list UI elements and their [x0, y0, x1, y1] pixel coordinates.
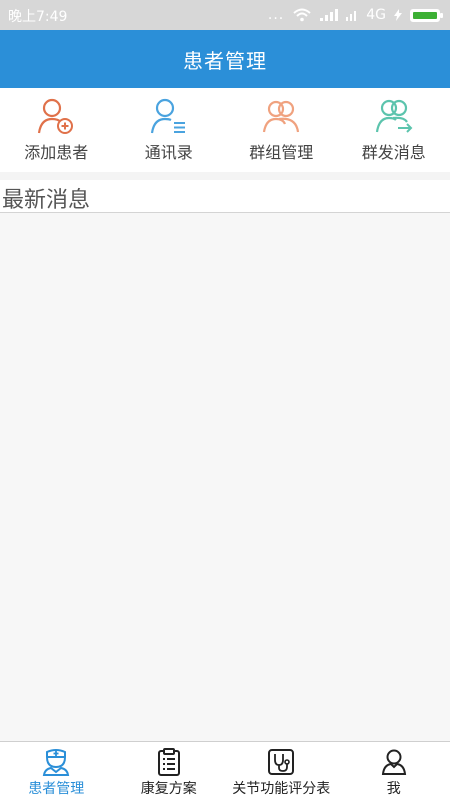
- status-indicators: ... 4G: [267, 4, 443, 26]
- tab-patient-management[interactable]: 患者管理: [0, 742, 113, 800]
- broadcast-icon: [375, 99, 413, 133]
- action-group-manage[interactable]: 群组管理: [225, 88, 338, 172]
- action-label: 群发消息: [361, 143, 426, 162]
- tab-me[interactable]: 我: [338, 742, 450, 800]
- tab-joint-score[interactable]: 关节功能评分表: [225, 742, 338, 800]
- message-list[interactable]: [0, 213, 450, 741]
- status-dots: ...: [267, 7, 285, 23]
- action-add-patient[interactable]: 添加患者: [0, 88, 113, 172]
- battery-icon: [410, 8, 443, 22]
- group-manage-icon: [263, 100, 300, 133]
- bottom-nav: 患者管理 康复方案 关节功能评分表 我: [0, 741, 450, 800]
- action-label: 通讯录: [144, 143, 193, 162]
- app-header: 患者管理: [0, 30, 450, 88]
- tab-rehab-plan[interactable]: 康复方案: [113, 742, 226, 800]
- status-bar: 晚上7:49 ... 4G: [0, 0, 450, 30]
- wifi-icon: [293, 8, 311, 22]
- signal-icon: [320, 9, 339, 21]
- tab-label: 康复方案: [140, 781, 197, 797]
- tab-label: 我: [386, 781, 401, 797]
- section-divider: [0, 172, 450, 180]
- network-type: 4G: [366, 7, 386, 23]
- action-broadcast[interactable]: 群发消息: [338, 88, 450, 172]
- action-contacts[interactable]: 通讯录: [113, 88, 226, 172]
- action-label: 群组管理: [249, 143, 314, 162]
- clipboard-icon: [157, 748, 180, 776]
- tab-label: 患者管理: [28, 781, 85, 797]
- add-patient-icon: [38, 98, 74, 134]
- nurse-icon: [43, 749, 70, 776]
- quick-actions: 添加患者 通讯录 群组管理 群发消息: [0, 88, 450, 172]
- section-title: 最新消息: [2, 188, 91, 213]
- status-time: 晚上7:49: [8, 9, 68, 25]
- latest-messages-header: 最新消息: [0, 180, 450, 213]
- stethoscope-icon: [268, 749, 295, 775]
- action-label: 添加患者: [24, 143, 89, 162]
- battery-level: [413, 11, 437, 19]
- contacts-icon: [150, 98, 185, 134]
- charging-icon: [394, 9, 402, 21]
- page-title: 患者管理: [183, 48, 267, 73]
- tab-label: 关节功能评分表: [232, 781, 331, 797]
- user-icon: [381, 749, 406, 775]
- signal-icon-secondary: [346, 11, 357, 21]
